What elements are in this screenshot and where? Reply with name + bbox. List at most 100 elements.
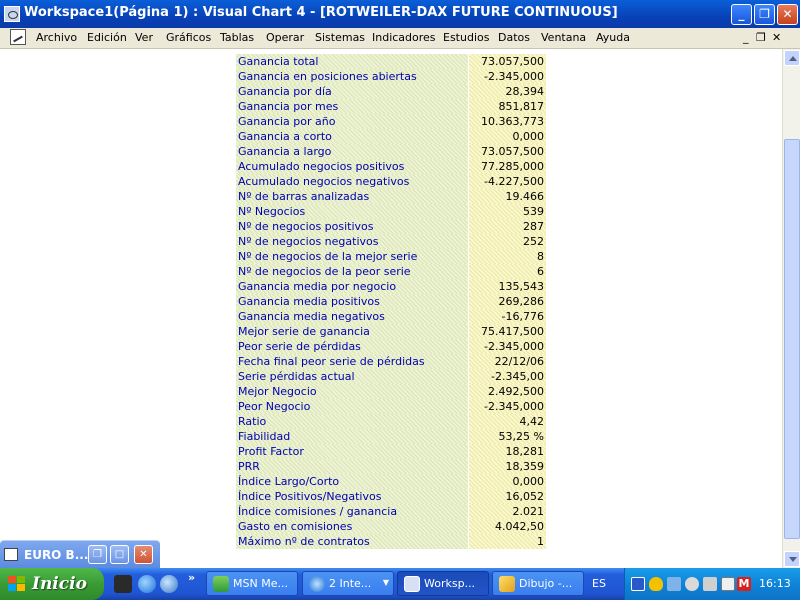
menu-bar: Archivo Edición Ver Gráficos Tablas Oper… — [0, 28, 800, 49]
tray-status-icon[interactable] — [685, 577, 699, 591]
quicklaunch-chevron[interactable]: » — [188, 571, 195, 584]
menu-datos[interactable]: Datos — [498, 31, 530, 44]
menu-operar[interactable]: Operar — [266, 31, 304, 44]
stat-value: 75.417,500 — [468, 324, 546, 339]
stats-row: Ganancia a corto 0,000 — [236, 129, 546, 144]
task-ie[interactable]: 2 Inte... ▼ — [302, 571, 394, 596]
taskbar: Inicio » MSN Me... 2 Inte... ▼ Worksp...… — [0, 568, 800, 600]
mdi-minimize-button[interactable]: _ — [743, 31, 749, 44]
menu-sistemas[interactable]: Sistemas — [315, 31, 365, 44]
vertical-scrollbar[interactable] — [782, 49, 800, 568]
stat-value: -16,776 — [468, 309, 546, 324]
language-indicator[interactable]: ES — [592, 577, 606, 590]
quicklaunch-cards-icon[interactable] — [114, 575, 132, 593]
stat-label: Ganancia por día — [236, 84, 469, 99]
maximize-button[interactable]: ❐ — [754, 4, 775, 25]
menu-graficos[interactable]: Gráficos — [166, 31, 211, 44]
stat-label: Ratio — [236, 414, 469, 429]
stat-label: Peor Negocio — [236, 399, 469, 414]
mdi-restore-button[interactable]: ❐ — [756, 31, 766, 44]
stats-row: Índice Largo/Corto 0,000 — [236, 474, 546, 489]
stat-label: Ganancia por año — [236, 114, 469, 129]
stats-row: Nº de negocios de la peor serie 6 — [236, 264, 546, 279]
stats-row: Ganancia media por negocio 135,543 — [236, 279, 546, 294]
stat-label: Ganancia en posiciones abiertas — [236, 69, 469, 84]
window-title: Workspace1(Página 1) : Visual Chart 4 - … — [24, 5, 618, 20]
stats-row: PRR 18,359 — [236, 459, 546, 474]
stat-value: 19.466 — [468, 189, 546, 204]
stat-label: Nº Negocios — [236, 204, 469, 219]
stat-value: 2.021 — [468, 504, 546, 519]
menu-ventana[interactable]: Ventana — [541, 31, 586, 44]
start-label: Inicio — [32, 574, 87, 594]
close-button[interactable]: ✕ — [777, 4, 798, 25]
stat-label: Índice comisiones / ganancia — [236, 504, 469, 519]
stat-value: 287 — [468, 219, 546, 234]
stats-row: Índice Positivos/Negativos 16,052 — [236, 489, 546, 504]
stat-value: 10.363,773 — [468, 114, 546, 129]
minwin-restore-button[interactable]: ❐ — [88, 545, 107, 564]
menu-edicion[interactable]: Edición — [87, 31, 127, 44]
scroll-up-button[interactable] — [784, 50, 800, 66]
minwin-maximize-button[interactable]: □ — [110, 545, 129, 564]
app-icon[interactable] — [4, 6, 20, 22]
child-window-icon[interactable] — [10, 29, 26, 45]
stats-row: Ganancia por año 10.363,773 — [236, 114, 546, 129]
stats-row: Ratio 4,42 — [236, 414, 546, 429]
window-titlebar[interactable]: Workspace1(Página 1) : Visual Chart 4 - … — [0, 0, 800, 28]
stat-label: Nº de negocios positivos — [236, 219, 469, 234]
stats-row: Nº de negocios de la mejor serie 8 — [236, 249, 546, 264]
task-visual-chart[interactable]: Worksp... — [397, 571, 489, 596]
stat-value: 0,000 — [468, 129, 546, 144]
stat-value: 851,817 — [468, 99, 546, 114]
task-ie-label: 2 Inte... — [329, 577, 372, 590]
stats-row: Ganancia media positivos 269,286 — [236, 294, 546, 309]
stat-value: 4,42 — [468, 414, 546, 429]
task-paint[interactable]: Dibujo -... — [492, 571, 584, 596]
minimize-button[interactable]: _ — [731, 4, 752, 25]
mcafee-icon[interactable]: M — [737, 577, 751, 591]
stat-label: Serie pérdidas actual — [236, 369, 469, 384]
stats-row: Nº Negocios 539 — [236, 204, 546, 219]
stats-row: Peor Negocio -2.345,000 — [236, 399, 546, 414]
scroll-down-button[interactable] — [784, 551, 800, 567]
stat-label: Acumulado negocios negativos — [236, 174, 469, 189]
stat-label: PRR — [236, 459, 469, 474]
stats-row: Fiabilidad 53,25 % — [236, 429, 546, 444]
stat-value: 18,359 — [468, 459, 546, 474]
stat-label: Máximo nº de contratos — [236, 534, 469, 549]
menu-estudios[interactable]: Estudios — [443, 31, 489, 44]
stats-row: Ganancia media negativos -16,776 — [236, 309, 546, 324]
menu-tablas[interactable]: Tablas — [220, 31, 254, 44]
menu-ver[interactable]: Ver — [135, 31, 153, 44]
stats-row: Ganancia por día 28,394 — [236, 84, 546, 99]
menu-indicadores[interactable]: Indicadores — [372, 31, 436, 44]
minimized-window-euro[interactable]: EURO B... ❐ □ ✕ — [0, 540, 160, 568]
menu-ayuda[interactable]: Ayuda — [596, 31, 630, 44]
stat-label: Ganancia media negativos — [236, 309, 469, 324]
stat-label: Peor serie de pérdidas — [236, 339, 469, 354]
quicklaunch-ie-icon[interactable] — [138, 575, 156, 593]
security-shield-icon[interactable] — [649, 577, 663, 591]
minwin-close-button[interactable]: ✕ — [134, 545, 153, 564]
stat-value: 539 — [468, 204, 546, 219]
stat-label: Nº de negocios de la peor serie — [236, 264, 469, 279]
tray-app-icon[interactable] — [667, 577, 681, 591]
mdi-close-button[interactable]: ✕ — [772, 31, 781, 44]
stats-row: Peor serie de pérdidas -2.345,000 — [236, 339, 546, 354]
system-tray: M 16:13 — [624, 568, 800, 600]
stat-value: -2.345,000 — [468, 339, 546, 354]
windows-flag-icon — [8, 576, 26, 592]
scroll-thumb[interactable] — [784, 139, 800, 539]
quicklaunch-browser-icon[interactable] — [160, 575, 178, 593]
messenger-tray-icon[interactable] — [721, 577, 735, 591]
start-button[interactable]: Inicio — [0, 568, 104, 600]
volume-icon[interactable] — [703, 577, 717, 591]
stat-label: Nº de barras analizadas — [236, 189, 469, 204]
stat-label: Nº de negocios de la mejor serie — [236, 249, 469, 264]
stats-row: Ganancia en posiciones abiertas -2.345,00… — [236, 69, 546, 84]
menu-archivo[interactable]: Archivo — [36, 31, 77, 44]
network-icon[interactable] — [631, 577, 645, 591]
stats-row: Gasto en comisiones 4.042,50 — [236, 519, 546, 534]
task-msn[interactable]: MSN Me... — [206, 571, 298, 596]
